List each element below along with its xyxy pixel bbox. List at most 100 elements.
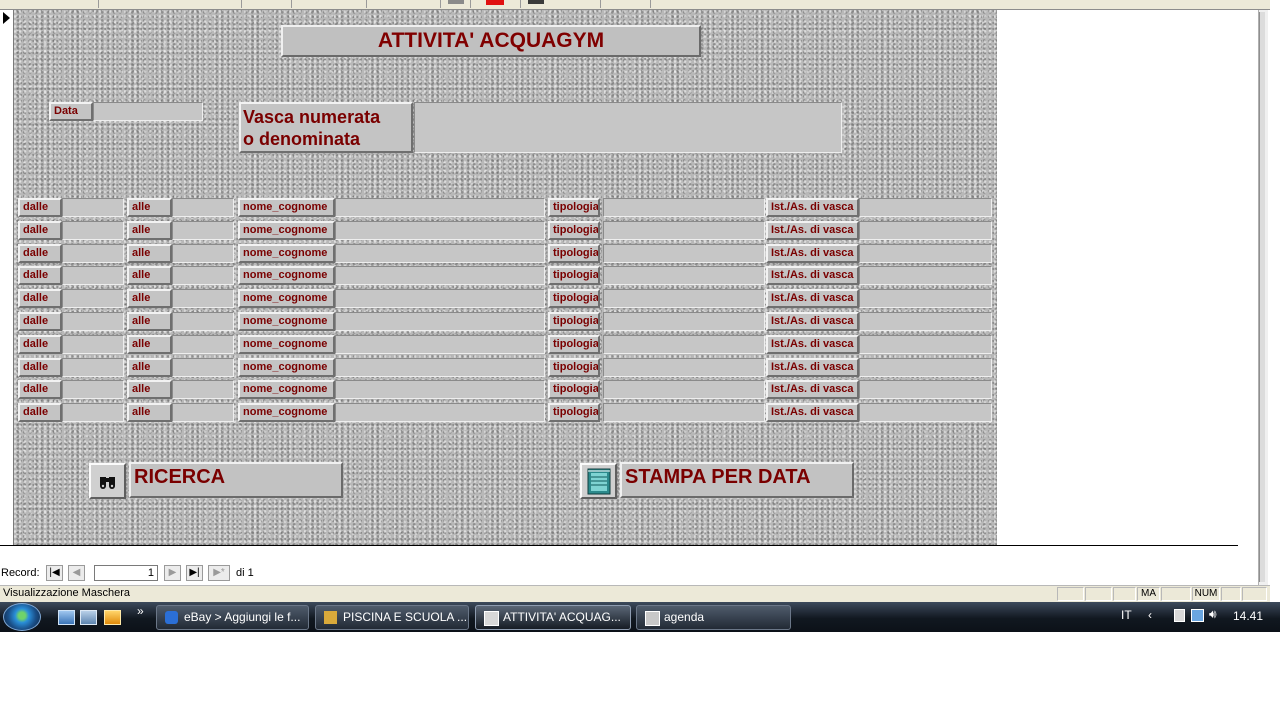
previous-record-button[interactable]: ◀ (68, 565, 85, 581)
istruttore-field[interactable] (859, 380, 992, 400)
toolbar-segment[interactable] (291, 0, 367, 8)
toolbar-segment[interactable] (600, 0, 651, 8)
search-button-icon[interactable] (89, 463, 126, 499)
alle-field[interactable] (172, 220, 234, 240)
alle-field[interactable] (172, 357, 234, 377)
nome-cognome-label: nome_cognome (238, 198, 335, 217)
nome-cognome-field[interactable] (335, 266, 545, 286)
toolbar-segment[interactable] (98, 0, 242, 8)
istruttore-field[interactable] (859, 243, 992, 263)
next-record-button[interactable]: ▶ (164, 565, 181, 581)
dalle-field[interactable] (62, 243, 124, 263)
search-button[interactable]: RICERCA (129, 462, 343, 498)
start-button[interactable] (3, 603, 41, 631)
network-icon[interactable] (1191, 609, 1204, 622)
alle-field[interactable] (172, 243, 234, 263)
taskbar-item[interactable]: PISCINA E SCUOLA ... (315, 605, 469, 630)
dalle-field[interactable] (62, 312, 124, 331)
tipologia-field[interactable] (603, 357, 765, 377)
nome-cognome-field[interactable] (335, 403, 545, 423)
dalle-field[interactable] (62, 220, 124, 240)
print-by-date-button[interactable]: STAMPA PER DATA (620, 462, 854, 498)
data-field[interactable] (93, 102, 203, 121)
alle-field[interactable] (172, 380, 234, 400)
taskbar-item-active[interactable]: ATTIVITA' ACQUAG... (475, 605, 631, 630)
current-record-input[interactable]: 1 (94, 565, 158, 581)
dalle-label: dalle (18, 380, 62, 400)
switch-windows-icon[interactable] (80, 610, 97, 625)
alle-field[interactable] (172, 403, 234, 423)
tipologia-field[interactable] (603, 380, 765, 400)
nome-cognome-field[interactable] (335, 357, 545, 377)
istruttore-field[interactable] (859, 289, 992, 309)
vasca-field[interactable] (414, 102, 842, 153)
new-record-button[interactable]: ▶* (208, 565, 230, 581)
status-indicator (1057, 587, 1084, 601)
tipologia-field[interactable] (603, 243, 765, 263)
close-form-icon[interactable] (486, 0, 504, 5)
istruttore-field[interactable] (859, 403, 992, 423)
last-record-button[interactable]: ▶| (186, 565, 203, 581)
istruttore-field[interactable] (859, 357, 992, 377)
tipologia-label: tipologia (548, 289, 600, 309)
quicklaunch-overflow-icon[interactable]: » (137, 604, 144, 618)
status-indicator (1113, 587, 1136, 601)
volume-icon[interactable]: 🔊︎ (1209, 607, 1217, 622)
tipologia-field[interactable] (603, 289, 765, 309)
istruttore-field[interactable] (859, 220, 992, 240)
dalle-field[interactable] (62, 334, 124, 354)
alle-label: alle (127, 380, 172, 400)
tipologia-field[interactable] (603, 220, 765, 240)
alle-field[interactable] (172, 334, 234, 354)
media-player-icon[interactable] (104, 610, 121, 625)
language-indicator[interactable]: IT (1121, 608, 1132, 622)
taskbar-item[interactable]: eBay > Aggiungi le f... (156, 605, 309, 630)
nome-cognome-field[interactable] (335, 220, 545, 240)
alle-label: alle (127, 403, 172, 423)
alle-label: alle (127, 198, 172, 217)
dalle-field[interactable] (62, 403, 124, 423)
scrollbar-thumb[interactable] (1259, 12, 1265, 582)
dalle-field[interactable] (62, 357, 124, 377)
clock[interactable]: 14.41 (1233, 609, 1263, 623)
toolbar-icon[interactable] (448, 0, 464, 4)
nome-cognome-field[interactable] (335, 380, 545, 400)
alle-field[interactable] (172, 198, 234, 217)
nome-cognome-field[interactable] (335, 243, 545, 263)
taskbar-item[interactable]: agenda (636, 605, 791, 630)
dalle-field[interactable] (62, 198, 124, 217)
dalle-field[interactable] (62, 266, 124, 286)
istruttore-field[interactable] (859, 312, 992, 331)
toolbar-icon[interactable] (528, 0, 544, 4)
nome-cognome-field[interactable] (335, 289, 545, 309)
dalle-label: dalle (18, 289, 62, 309)
tipologia-field[interactable] (603, 403, 765, 423)
dalle-field[interactable] (62, 289, 124, 309)
tipologia-field[interactable] (603, 312, 765, 331)
istruttore-field[interactable] (859, 334, 992, 354)
power-icon[interactable] (1174, 609, 1185, 622)
show-desktop-icon[interactable] (58, 610, 75, 625)
alle-label: alle (127, 266, 172, 286)
istruttore-field[interactable] (859, 198, 992, 217)
toolbar-segment[interactable] (0, 0, 99, 8)
toolbar-segment[interactable] (241, 0, 292, 8)
dalle-field[interactable] (62, 380, 124, 400)
access-db-icon (324, 611, 337, 624)
tipologia-field[interactable] (603, 198, 765, 217)
toolbar-segment[interactable] (366, 0, 441, 8)
alle-field[interactable] (172, 289, 234, 309)
form-icon (484, 611, 499, 626)
nome-cognome-field[interactable] (335, 334, 545, 354)
alle-field[interactable] (172, 266, 234, 286)
nome-cognome-field[interactable] (335, 198, 545, 217)
tray-expand-icon[interactable]: ‹ (1148, 608, 1152, 622)
alle-field[interactable] (172, 312, 234, 331)
record-selector[interactable] (0, 10, 14, 545)
istruttore-field[interactable] (859, 266, 992, 286)
first-record-button[interactable]: |◀ (46, 565, 63, 581)
print-button-icon[interactable] (580, 463, 617, 499)
tipologia-field[interactable] (603, 266, 765, 286)
nome-cognome-field[interactable] (335, 312, 545, 331)
tipologia-field[interactable] (603, 334, 765, 354)
